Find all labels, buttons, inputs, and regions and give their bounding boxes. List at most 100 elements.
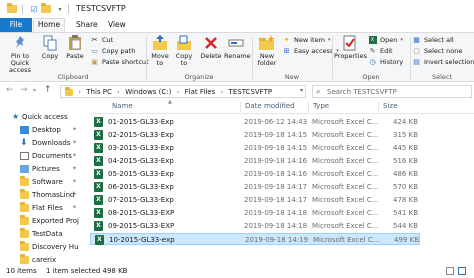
tab-home[interactable]: Home [33, 18, 65, 32]
column-header-date-modified[interactable]: Date modified [240, 102, 308, 112]
excel-csv-file-icon: X [94, 117, 103, 127]
table-row[interactable]: X 03-2015-GL33-Exp 2019-09-18 14:15 Microso… [90, 142, 420, 154]
sidebar-item-flat-files[interactable]: Flat Files ✦ [0, 201, 84, 214]
sidebar-item-label: Software [32, 177, 63, 186]
file-size: 478 KB [393, 196, 418, 204]
table-row[interactable]: X 10-2015-GL33-exp 2019-09-18 14:19 Microso… [90, 233, 420, 245]
file-date-modified: 2019-09-18 14:18 [244, 222, 308, 230]
edit-pencil-icon: ✎ [369, 47, 376, 55]
file-date-modified: 2019-09-18 14:18 [244, 209, 308, 217]
breadcrumb-this-pc[interactable]: This PC [86, 88, 112, 96]
table-row[interactable]: X 07-2015-GL33-Exp 2019-09-18 14:17 Microso… [90, 194, 420, 206]
file-size: 445 KB [393, 144, 418, 152]
properties-check-icon [342, 35, 358, 51]
table-row[interactable]: X 08-2015-GL33-EXP 2019-09-18 14:18 Microso… [90, 207, 420, 219]
folder-icon[interactable] [6, 3, 18, 15]
sidebar-item-pictures[interactable]: Pictures ✦ [0, 162, 84, 175]
select-none-label: Select none [424, 47, 463, 55]
table-row[interactable]: X 01-2015-GL33-Exp 2019-06-12 14:43 Microso… [90, 116, 420, 128]
table-row[interactable]: X 02-2015-GL33-Exp 2019-09-18 14:15 Microso… [90, 129, 420, 141]
sidebar-item-label: Downloads [32, 138, 71, 147]
sidebar-item-label: Exported Proj [32, 216, 79, 225]
column-header-name[interactable]: ▲ Name [108, 99, 238, 112]
table-row[interactable]: X 06-2015-GL33-Exp 2019-09-18 14:17 Microso… [90, 181, 420, 193]
table-row[interactable]: X 05-2015-GL33-Exp 2019-09-18 14:16 Microso… [90, 168, 420, 180]
column-header-type[interactable]: Type [308, 102, 378, 112]
new-folder-button[interactable]: New folder [255, 35, 279, 67]
file-name: 07-2015-GL33-Exp [108, 196, 174, 204]
paste-button[interactable]: Paste [64, 35, 86, 60]
file-name: 04-2015-GL33-Exp [108, 157, 174, 165]
table-row[interactable]: X 04-2015-GL33-Exp 2019-09-18 14:16 Microso… [90, 155, 420, 167]
file-date-modified: 2019-09-18 14:19 [245, 236, 309, 244]
pin-icon [12, 35, 28, 51]
copy-to-button[interactable]: Copy to [174, 35, 194, 67]
chevron-down-icon[interactable]: ▾ [54, 3, 66, 15]
edit-button[interactable]: ✎ Edit [368, 47, 393, 55]
breadcrumb-flat-files[interactable]: Flat Files [185, 88, 216, 96]
easy-access-button[interactable]: ⊞ Easy access ▾ [282, 47, 339, 55]
address-bar[interactable]: › This PC › Windows (C:) › Flat Files › … [60, 85, 306, 98]
file-type: Microsoft Excel C... [312, 209, 378, 217]
rename-button[interactable]: Rename [224, 35, 251, 60]
properties-check-icon[interactable]: ☑ [28, 3, 40, 15]
file-size: 541 KB [393, 209, 418, 217]
excel-csv-file-icon: X [94, 221, 103, 231]
column-header-size[interactable]: Size [378, 102, 420, 112]
history-button[interactable]: ◷ History [368, 58, 403, 66]
column-header-label: Type [313, 102, 330, 110]
new-item-button[interactable]: ✦ New item ▾ [282, 36, 331, 44]
folder-icon [20, 214, 29, 225]
file-size: 315 KB [393, 131, 418, 139]
pin-to-quick-access-button[interactable]: Pin to Quick access [2, 35, 38, 74]
select-none-button[interactable]: ▢ Select none [412, 47, 462, 55]
up-arrow-icon[interactable]: ↑ [44, 85, 52, 95]
copy-path-button[interactable]: ▭ Copy path [90, 47, 135, 55]
sidebar-item-exported-proj[interactable]: Exported Proj [0, 214, 84, 227]
new-folder-icon[interactable] [40, 3, 52, 15]
paste-shortcut-button[interactable]: ▣ Paste shortcut [90, 58, 148, 66]
divider [68, 4, 69, 14]
sidebar-item-desktop[interactable]: Desktop ✦ [0, 123, 84, 136]
copy-button[interactable]: Copy [40, 35, 60, 60]
back-arrow-icon[interactable]: ← [6, 85, 14, 95]
tab-file[interactable]: File [0, 18, 32, 32]
table-row[interactable]: X 09-2015-GL33-EXP 2019-09-18 14:18 Microso… [90, 220, 420, 232]
file-name: 08-2015-GL33-EXP [108, 209, 175, 217]
tab-view[interactable]: View [100, 18, 134, 32]
move-to-button[interactable]: Move to [150, 35, 170, 67]
sidebar-item-downloads[interactable]: ⬇ Downloads ✦ [0, 136, 84, 149]
easy-access-icon: ⊞ [283, 47, 290, 55]
sidebar-item-software[interactable]: Software ✦ [0, 175, 84, 188]
large-icons-view-icon[interactable] [458, 267, 466, 275]
sidebar-item-documents[interactable]: Documents ✦ [0, 149, 84, 162]
sidebar-item-thomaslind[interactable]: ThomasLind ✦ [0, 188, 84, 201]
sidebar-item-discovery-hu[interactable]: Discovery Hu [0, 240, 84, 253]
invert-selection-button[interactable]: ▤ Invert selection [412, 58, 474, 66]
pin-icon: ✦ [72, 191, 78, 198]
chevron-right-icon: › [176, 88, 180, 96]
excel-csv-file-icon: X [94, 169, 103, 179]
breadcrumb-testcsvftp[interactable]: TESTCSVFTP [229, 88, 273, 96]
pin-icon: ✦ [72, 165, 78, 172]
details-view-icon[interactable] [446, 267, 454, 275]
breadcrumb-windows-c[interactable]: Windows (C:) [125, 88, 171, 96]
cut-button[interactable]: ✂ Cut [90, 36, 114, 44]
sidebar-item-carerix[interactable]: carerix [0, 253, 84, 266]
sidebar-item-testdata[interactable]: TestData [0, 227, 84, 240]
file-type: Microsoft Excel C... [312, 222, 378, 230]
address-dropdown-chevron-icon[interactable]: ▾ [300, 87, 303, 94]
recent-locations-chevron-icon[interactable]: ▾ [33, 87, 36, 94]
properties-button[interactable]: Properties [334, 35, 367, 60]
sidebar-item-quick-access[interactable]: ★ Quick access [0, 110, 84, 123]
excel-csv-file-icon: X [94, 182, 103, 192]
open-button[interactable]: X Open ▾ [368, 36, 403, 44]
select-all-label: Select all [424, 36, 454, 44]
paste-icon [67, 35, 83, 51]
file-type: Microsoft Excel C... [312, 118, 378, 126]
forward-arrow-icon[interactable]: → [20, 85, 28, 95]
file-name: 01-2015-GL33-Exp [108, 118, 174, 126]
delete-button[interactable]: Delete [200, 35, 222, 60]
search-input[interactable]: ⌕ Search TESTCSVFTP [312, 85, 472, 98]
select-all-button[interactable]: ▦ Select all [412, 36, 454, 44]
